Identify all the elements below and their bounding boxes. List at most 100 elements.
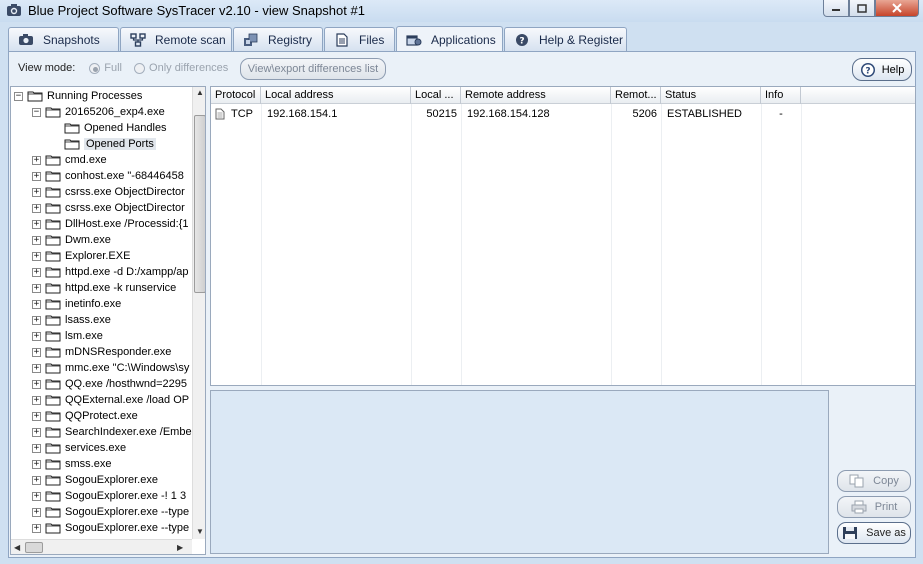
print-button[interactable]: Print: [837, 496, 911, 518]
tree-item[interactable]: Opened Ports: [64, 136, 156, 152]
tree-item[interactable]: + Dwm.exe: [32, 232, 111, 248]
tree-root[interactable]: − Running Processes: [14, 88, 142, 104]
tree-item[interactable]: + httpd.exe -k runservice: [32, 280, 176, 296]
expand-icon[interactable]: +: [32, 507, 41, 517]
tree-item[interactable]: + QQExternal.exe /load OP: [32, 392, 189, 408]
save-as-label: Save as: [866, 527, 906, 539]
expand-icon[interactable]: +: [32, 235, 41, 245]
column-remote-port[interactable]: Remot...: [611, 87, 661, 104]
collapse-icon[interactable]: −: [14, 91, 23, 101]
help-icon: ?: [513, 33, 531, 47]
tree-hscroll-thumb[interactable]: [25, 542, 43, 553]
tree-item[interactable]: + QQProtect.exe: [32, 408, 138, 424]
tree-item[interactable]: + conhost.exe "-68446458: [32, 168, 184, 184]
expand-icon[interactable]: +: [32, 443, 41, 453]
expand-icon[interactable]: +: [32, 331, 41, 341]
list-header: Protocol Local address Local ... Remote …: [211, 87, 915, 104]
column-local-port[interactable]: Local ...: [411, 87, 461, 104]
tree-item[interactable]: + csrss.exe ObjectDirector: [32, 200, 185, 216]
tree-item[interactable]: + Explorer.EXE: [32, 248, 130, 264]
copy-button[interactable]: Copy: [837, 470, 911, 492]
tree-item[interactable]: + SogouExplorer.exe --type: [32, 520, 189, 536]
folder-icon: [64, 138, 80, 150]
expand-icon[interactable]: +: [32, 347, 41, 357]
expand-icon[interactable]: +: [32, 171, 41, 181]
tree-item[interactable]: − 20165206_exp4.exe: [32, 104, 165, 120]
camera-icon: [17, 33, 35, 47]
only-differences-radio[interactable]: [134, 62, 146, 74]
tree-item[interactable]: + lsass.exe: [32, 312, 111, 328]
tab-remote-scan[interactable]: Remote scan: [120, 27, 232, 51]
column-remote-address[interactable]: Remote address: [461, 87, 611, 104]
process-tree[interactable]: − Running Processes − 20165206_exp4.exe Op…: [10, 86, 206, 555]
collapse-icon[interactable]: −: [32, 107, 41, 117]
expand-icon[interactable]: +: [32, 315, 41, 325]
tree-item[interactable]: + SogouExplorer.exe --type: [32, 504, 189, 520]
tab-applications[interactable]: Applications: [396, 26, 503, 52]
expand-icon[interactable]: +: [32, 459, 41, 469]
tree-item[interactable]: + httpd.exe -d D:/xampp/ap: [32, 264, 189, 280]
expand-icon[interactable]: +: [32, 219, 41, 229]
tree-horizontal-scrollbar[interactable]: ◀ ▶: [11, 539, 192, 554]
column-info[interactable]: Info: [761, 87, 801, 104]
tree-item[interactable]: + mDNSResponder.exe: [32, 344, 171, 360]
tab-files[interactable]: Files: [324, 27, 395, 51]
expand-icon[interactable]: +: [32, 475, 41, 485]
folder-icon: [45, 218, 61, 230]
tree-item[interactable]: + mmc.exe "C:\Windows\sy: [32, 360, 189, 376]
folder-icon: [45, 474, 61, 486]
tree-vertical-scrollbar[interactable]: ▲ ▼: [192, 87, 205, 539]
expand-icon[interactable]: +: [32, 267, 41, 277]
tab-label: Help & Register: [539, 32, 624, 47]
tree-item[interactable]: + lsm.exe: [32, 328, 103, 344]
tree-item[interactable]: + services.exe: [32, 440, 126, 456]
minimize-button[interactable]: [823, 0, 849, 17]
tree-item[interactable]: Opened Handles: [64, 120, 167, 136]
expand-icon[interactable]: +: [32, 427, 41, 437]
copy-label: Copy: [873, 475, 899, 487]
ports-list[interactable]: Protocol Local address Local ... Remote …: [210, 86, 916, 386]
maximize-button[interactable]: [849, 0, 875, 17]
expand-icon[interactable]: +: [32, 363, 41, 373]
title-bar: Blue Project Software SysTracer v2.10 - …: [0, 0, 923, 22]
column-local-address[interactable]: Local address: [261, 87, 411, 104]
expand-icon[interactable]: +: [32, 411, 41, 421]
expand-icon[interactable]: +: [32, 299, 41, 309]
tree-item[interactable]: + inetinfo.exe: [32, 296, 121, 312]
scroll-down-icon[interactable]: ▼: [196, 527, 204, 536]
expand-icon[interactable]: +: [32, 395, 41, 405]
tab-registry[interactable]: Registry: [233, 27, 323, 51]
tree-item[interactable]: + SogouExplorer.exe -! 1 3: [32, 488, 186, 504]
expand-icon[interactable]: +: [32, 283, 41, 293]
export-differences-button[interactable]: View\export differences list: [240, 58, 386, 80]
tab-snapshots[interactable]: Snapshots: [8, 27, 119, 51]
full-radio[interactable]: [89, 62, 101, 74]
scroll-left-icon[interactable]: ◀: [14, 543, 20, 552]
tree-item[interactable]: + cmd.exe: [32, 152, 107, 168]
tree-item[interactable]: + QQ.exe /hosthwnd=2295: [32, 376, 187, 392]
help-button[interactable]: ? Help: [852, 58, 912, 81]
tree-item[interactable]: + SearchIndexer.exe /Embe: [32, 424, 192, 440]
column-status[interactable]: Status: [661, 87, 761, 104]
tab-help-register[interactable]: ? Help & Register: [504, 27, 627, 51]
tree-item[interactable]: + csrss.exe ObjectDirector: [32, 184, 185, 200]
expand-icon[interactable]: +: [32, 187, 41, 197]
close-button[interactable]: [875, 0, 919, 17]
tree-item[interactable]: + SogouExplorer.exe: [32, 472, 158, 488]
expand-icon[interactable]: +: [32, 203, 41, 213]
expand-icon[interactable]: +: [32, 379, 41, 389]
expand-icon[interactable]: +: [32, 523, 41, 533]
tree-item[interactable]: + DllHost.exe /Processid:{1: [32, 216, 189, 232]
expand-icon[interactable]: +: [32, 155, 41, 165]
tree-item-label: QQProtect.exe: [65, 410, 138, 422]
tree-item-label: Opened Ports: [84, 138, 156, 150]
save-as-button[interactable]: Save as: [837, 522, 911, 544]
tree-scroll-thumb[interactable]: [194, 115, 205, 293]
expand-icon[interactable]: +: [32, 491, 41, 501]
scroll-up-icon[interactable]: ▲: [196, 88, 204, 97]
table-row[interactable]: TCP 192.168.154.1 50215 192.168.154.128 …: [211, 105, 915, 123]
tree-item[interactable]: + smss.exe: [32, 456, 111, 472]
expand-icon[interactable]: +: [32, 251, 41, 261]
scroll-right-icon[interactable]: ▶: [177, 543, 183, 552]
column-protocol[interactable]: Protocol: [211, 87, 261, 104]
